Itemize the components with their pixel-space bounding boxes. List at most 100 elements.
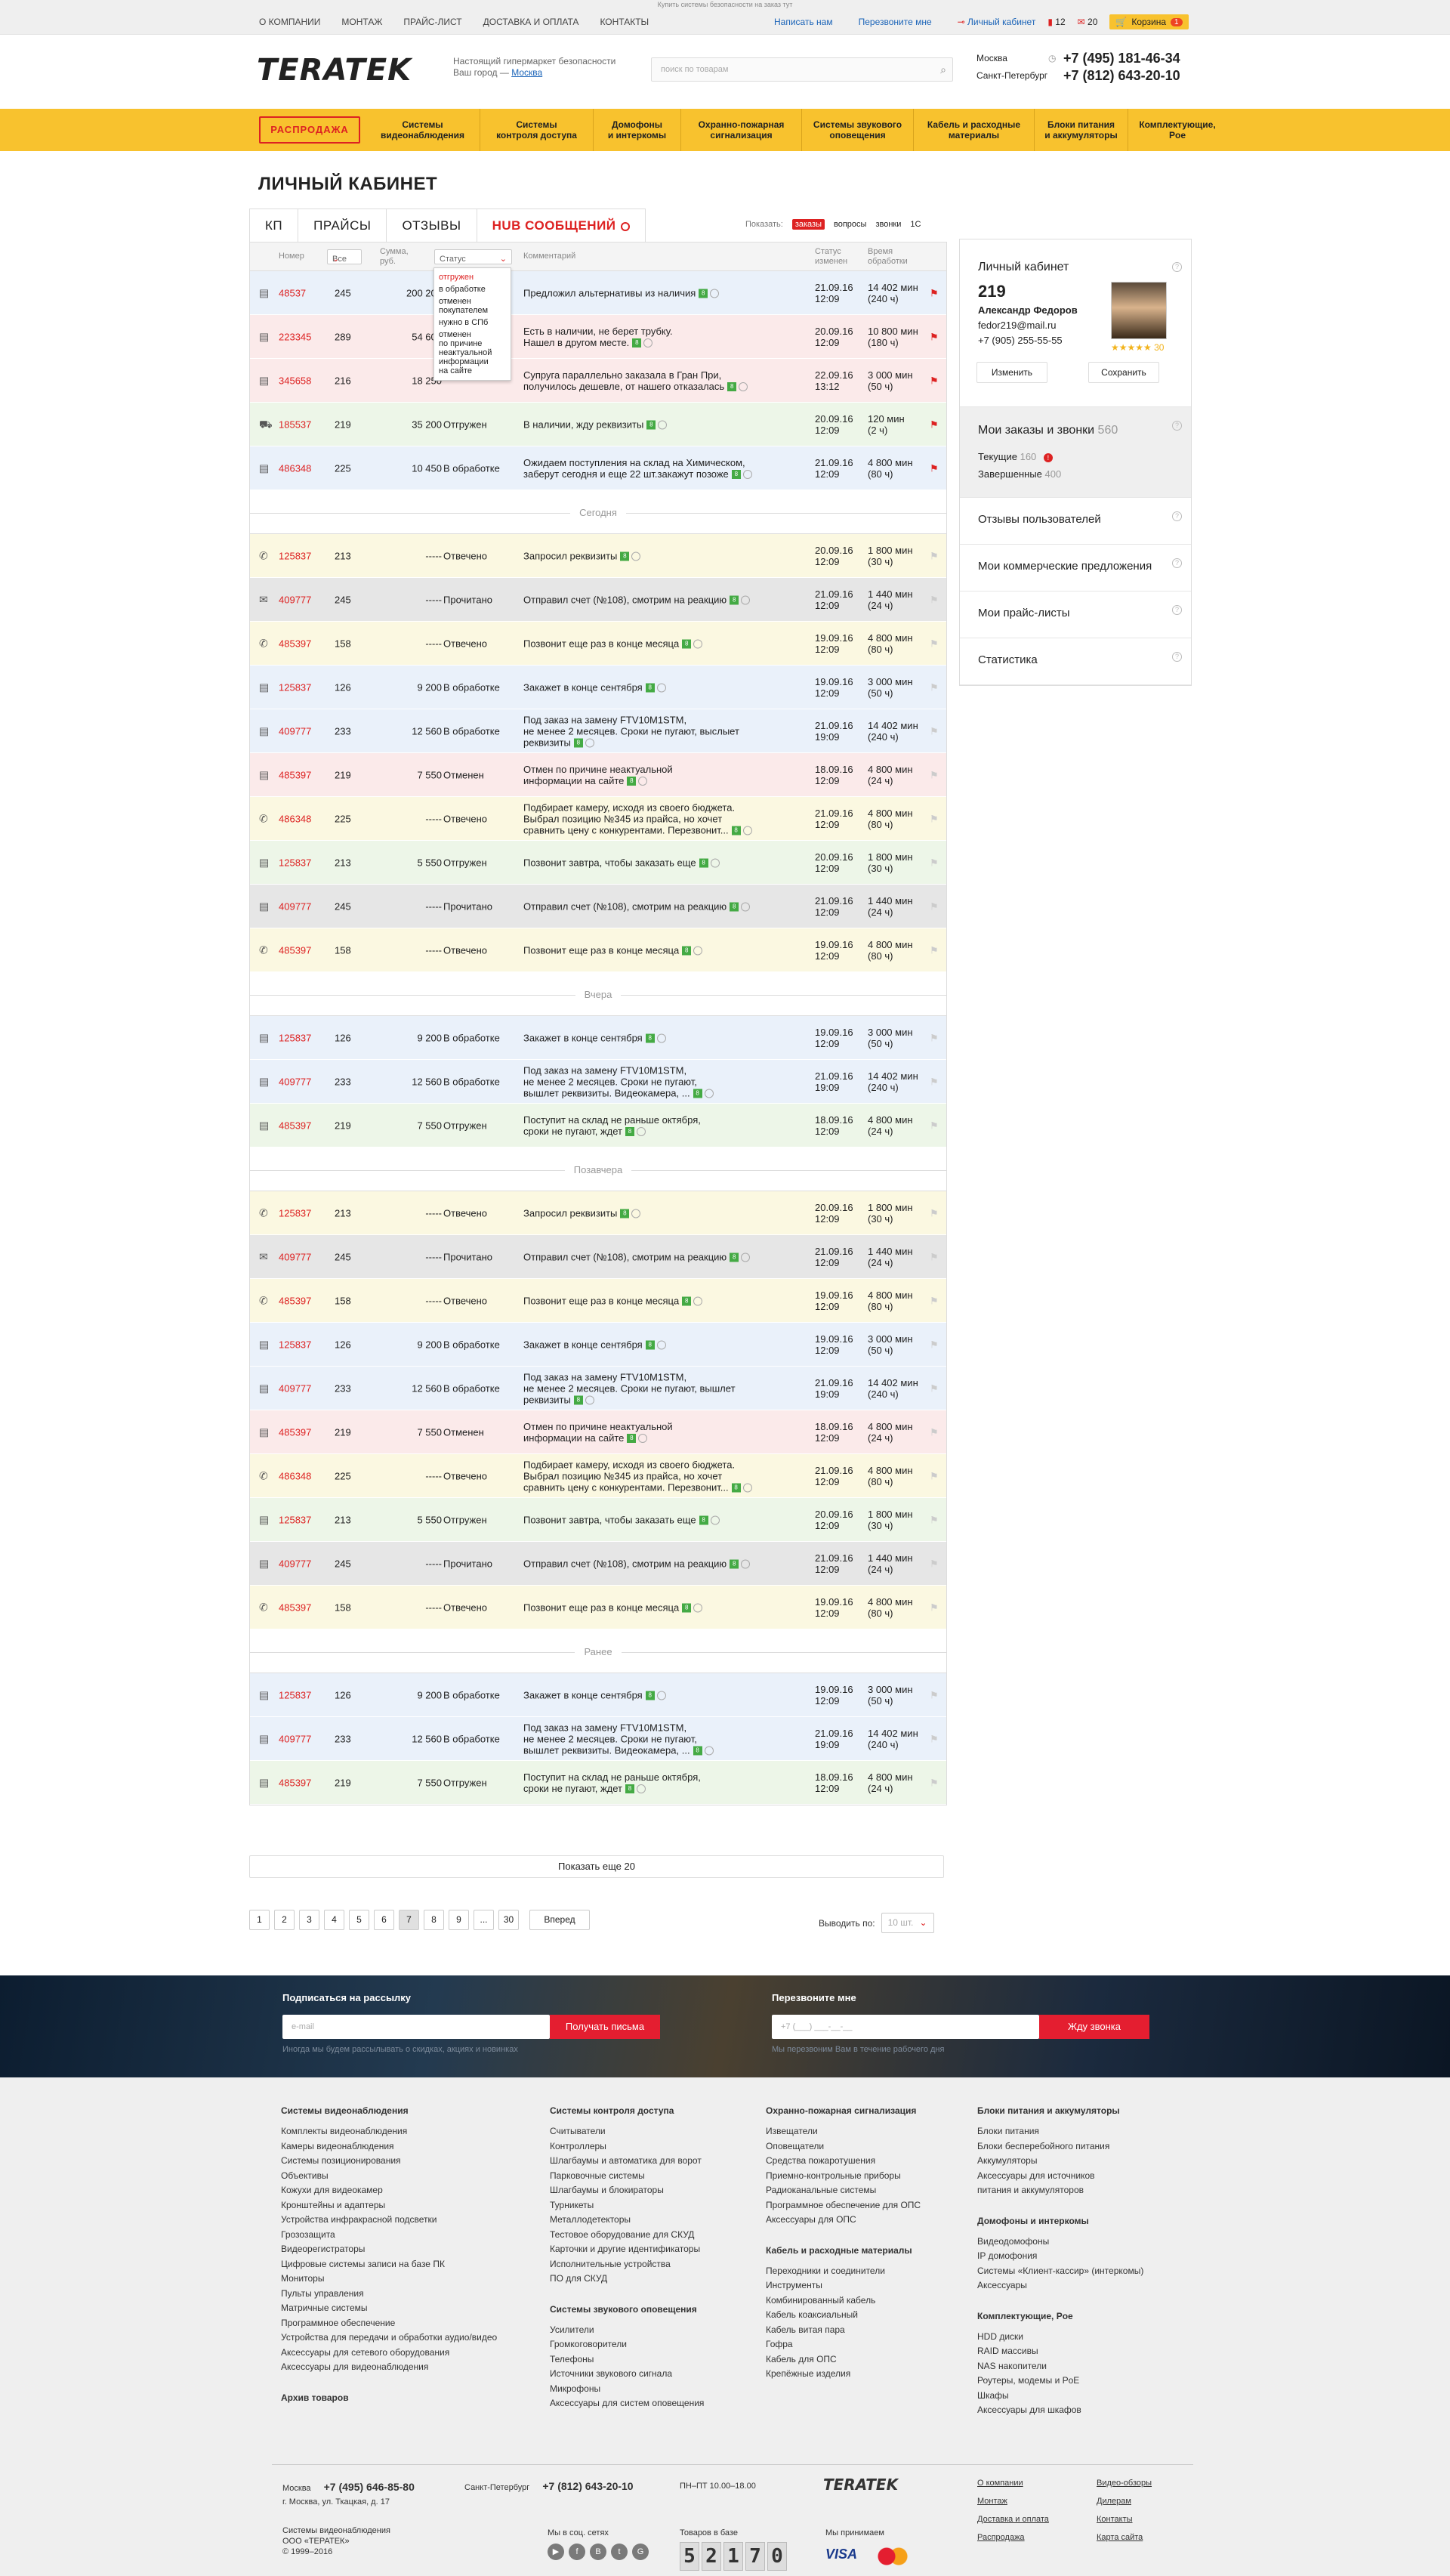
comment-badge-icon[interactable]: 8 [699, 289, 708, 298]
help-icon[interactable]: ? [1172, 262, 1182, 272]
table-row[interactable]: ▤ 125837 213 5 550 Отгружен Позвонит завтра, … [250, 841, 946, 885]
page-button[interactable]: 6 [374, 1910, 394, 1930]
footer-logo[interactable]: TERATEK [823, 2476, 898, 2494]
table-row[interactable]: ▤ 409777 233 12 560 В обработке Под заказ на … [250, 1367, 946, 1410]
tab-hub[interactable]: HUB СООБЩЕНИЙ [476, 208, 646, 242]
page-button[interactable]: ... [474, 1910, 494, 1930]
footer-msk-phone[interactable]: +7 (495) 646-85-80 [324, 2481, 415, 2493]
table-row[interactable]: ✆ 485397 158 ----- Отвечено Позвонит еще раз … [250, 1279, 946, 1323]
callback-phone-input[interactable]: +7 (___) ___-__-__ [772, 2015, 1039, 2039]
footer-link[interactable]: Металлодетекторы [550, 2213, 704, 2228]
page-button[interactable]: 3 [299, 1910, 319, 1930]
footer-link[interactable]: IP домофония [977, 2249, 1143, 2264]
footer-bottom-link[interactable]: Дилерам [1097, 2492, 1152, 2510]
add-comment-icon[interactable] [693, 946, 703, 956]
comment-badge-icon[interactable]: 8 [573, 1395, 583, 1405]
footer-link[interactable]: Аксессуары для шкафов [977, 2403, 1143, 2418]
show-questions[interactable]: вопросы [834, 220, 866, 229]
add-comment-icon[interactable] [739, 382, 748, 392]
comment-badge-icon[interactable]: 8 [645, 1033, 655, 1043]
footer-link[interactable]: Парковочные системы [550, 2169, 704, 2184]
status-select[interactable]: Статус ⌄ [434, 249, 512, 264]
footer-link[interactable]: Громкоговорители [550, 2337, 704, 2352]
footer-link[interactable]: Устройства для передачи и обработки ауди… [281, 2330, 497, 2346]
order-number[interactable]: 485397 [279, 1120, 311, 1131]
current-orders-link[interactable]: Текущие 160 ! [978, 451, 1173, 462]
order-number[interactable]: 125837 [279, 1339, 311, 1350]
callback-button[interactable]: Жду звонка [1039, 2015, 1149, 2039]
order-number[interactable]: 125837 [279, 1207, 311, 1219]
comment-badge-icon[interactable]: 8 [627, 1434, 637, 1444]
add-comment-icon[interactable] [631, 551, 641, 561]
flag-icon[interactable]: ⚑ [930, 1514, 939, 1525]
footer-link[interactable]: Аксессуары для видеонаблюдения [281, 2360, 497, 2375]
comment-badge-icon[interactable]: 8 [632, 338, 642, 348]
flag-icon[interactable]: ⚑ [930, 1558, 939, 1569]
footer-link[interactable]: Системы позиционирования [281, 2154, 497, 2169]
catalog-menu-item[interactable]: Охранно-пожарная сигнализация [681, 109, 802, 151]
order-number[interactable]: 486348 [279, 813, 311, 824]
help-icon[interactable]: ? [1172, 558, 1182, 568]
add-comment-icon[interactable] [710, 289, 720, 298]
comment-badge-icon[interactable]: 8 [627, 777, 637, 786]
status-option[interactable]: в обработке [439, 283, 506, 295]
subscribe-email-input[interactable]: e-mail [282, 2015, 550, 2039]
orders-calls-section[interactable]: Мои заказы и звонки 560 ? Текущие 160 ! … [960, 407, 1191, 498]
footer-bottom-link[interactable]: О компании [977, 2474, 1049, 2492]
footer-link[interactable]: Системы «Клиент-кассир» (интеркомы) [977, 2264, 1143, 2279]
googleplus-icon[interactable]: G [632, 2544, 649, 2560]
table-row[interactable]: ✆ 486348 225 ----- Отвечено Подбирает камеру,… [250, 1454, 946, 1498]
footer-spb-phone[interactable]: +7 (812) 643-20-10 [542, 2480, 633, 2492]
footer-link[interactable]: Аксессуары для систем оповещения [550, 2396, 704, 2411]
footer-link[interactable]: RAID массивы [977, 2344, 1143, 2359]
footer-link[interactable]: Цифровые системы записи на базе ПК [281, 2257, 497, 2272]
order-number[interactable]: 409777 [279, 1558, 311, 1569]
comment-badge-icon[interactable]: 8 [731, 826, 741, 836]
footer-bottom-link[interactable]: Видео-обзоры [1097, 2474, 1152, 2492]
footer-heading[interactable]: Системы контроля доступа [550, 2103, 704, 2118]
add-comment-icon[interactable] [741, 595, 751, 605]
footer-link[interactable]: Блоки питания [977, 2124, 1143, 2139]
flag-icon[interactable]: ⚑ [930, 1602, 939, 1613]
footer-bottom-link[interactable]: Распродажа [977, 2528, 1049, 2547]
footer-link[interactable]: Кабель коаксиальный [766, 2308, 921, 2323]
search-input[interactable]: поиск по товарам ⌕ [651, 57, 953, 82]
table-row[interactable]: ▤ 409777 245 ----- Прочитано Отправил счет (№… [250, 1542, 946, 1586]
table-row[interactable]: ▤ 409777 233 12 560 В обработке Под заказ на … [250, 709, 946, 753]
flag-icon[interactable]: ⚑ [930, 287, 939, 298]
comment-badge-icon[interactable]: 8 [682, 946, 692, 956]
comment-badge-icon[interactable]: 8 [730, 595, 739, 605]
order-number[interactable]: 485397 [279, 1602, 311, 1613]
topnav-link[interactable]: ПРАЙС-ЛИСТ [403, 17, 461, 27]
table-row[interactable]: ✆ 485397 158 ----- Отвечено Позвонит еще раз … [250, 622, 946, 666]
flag-icon[interactable]: ⚑ [930, 725, 939, 737]
order-number[interactable]: 486348 [279, 462, 311, 474]
table-row[interactable]: ✆ 485397 158 ----- Отвечено Позвонит еще раз … [250, 1586, 946, 1629]
topnav-link[interactable]: ДОСТАВКА И ОПЛАТА [483, 17, 579, 27]
add-comment-icon[interactable] [704, 1746, 714, 1756]
table-row[interactable]: ▤ 48537 245 200 200 Предложил альтернативы и… [250, 271, 946, 315]
comment-badge-icon[interactable]: 8 [727, 382, 737, 392]
order-number[interactable]: 125837 [279, 1514, 311, 1525]
footer-link[interactable]: Карточки и другие идентификаторы [550, 2242, 704, 2257]
tab-prices[interactable]: ПРАЙСЫ [298, 208, 387, 242]
footer-link[interactable]: ПО для СКУД [550, 2272, 704, 2287]
footer-link[interactable]: Грозозащита [281, 2228, 497, 2243]
table-row[interactable]: ▤ 125837 126 9 200 В обработке Закажет в конц… [250, 1016, 946, 1060]
order-number[interactable]: 48537 [279, 287, 306, 298]
add-comment-icon[interactable] [741, 902, 751, 912]
add-comment-icon[interactable] [637, 1127, 646, 1137]
table-row[interactable]: ▤ 486348 225 10 450 В обработке Ожидаем посту… [250, 446, 946, 490]
footer-heading[interactable]: Охранно-пожарная сигнализация [766, 2103, 921, 2118]
show-1c[interactable]: 1С [910, 220, 921, 229]
order-number[interactable]: 485397 [279, 769, 311, 780]
add-comment-icon[interactable] [656, 1340, 666, 1350]
footer-link[interactable]: HDD диски [977, 2330, 1143, 2345]
add-comment-icon[interactable] [693, 639, 703, 649]
page-button[interactable]: 2 [274, 1910, 295, 1930]
flag-icon[interactable]: ⚑ [930, 1777, 939, 1788]
flag-icon[interactable]: ⚑ [930, 944, 939, 956]
footer-link[interactable]: Комбинированный кабель [766, 2293, 921, 2309]
comment-badge-icon[interactable]: 8 [693, 1089, 702, 1098]
table-row[interactable]: ▤ 125837 213 5 550 Отгружен Позвонит завтра, … [250, 1498, 946, 1542]
